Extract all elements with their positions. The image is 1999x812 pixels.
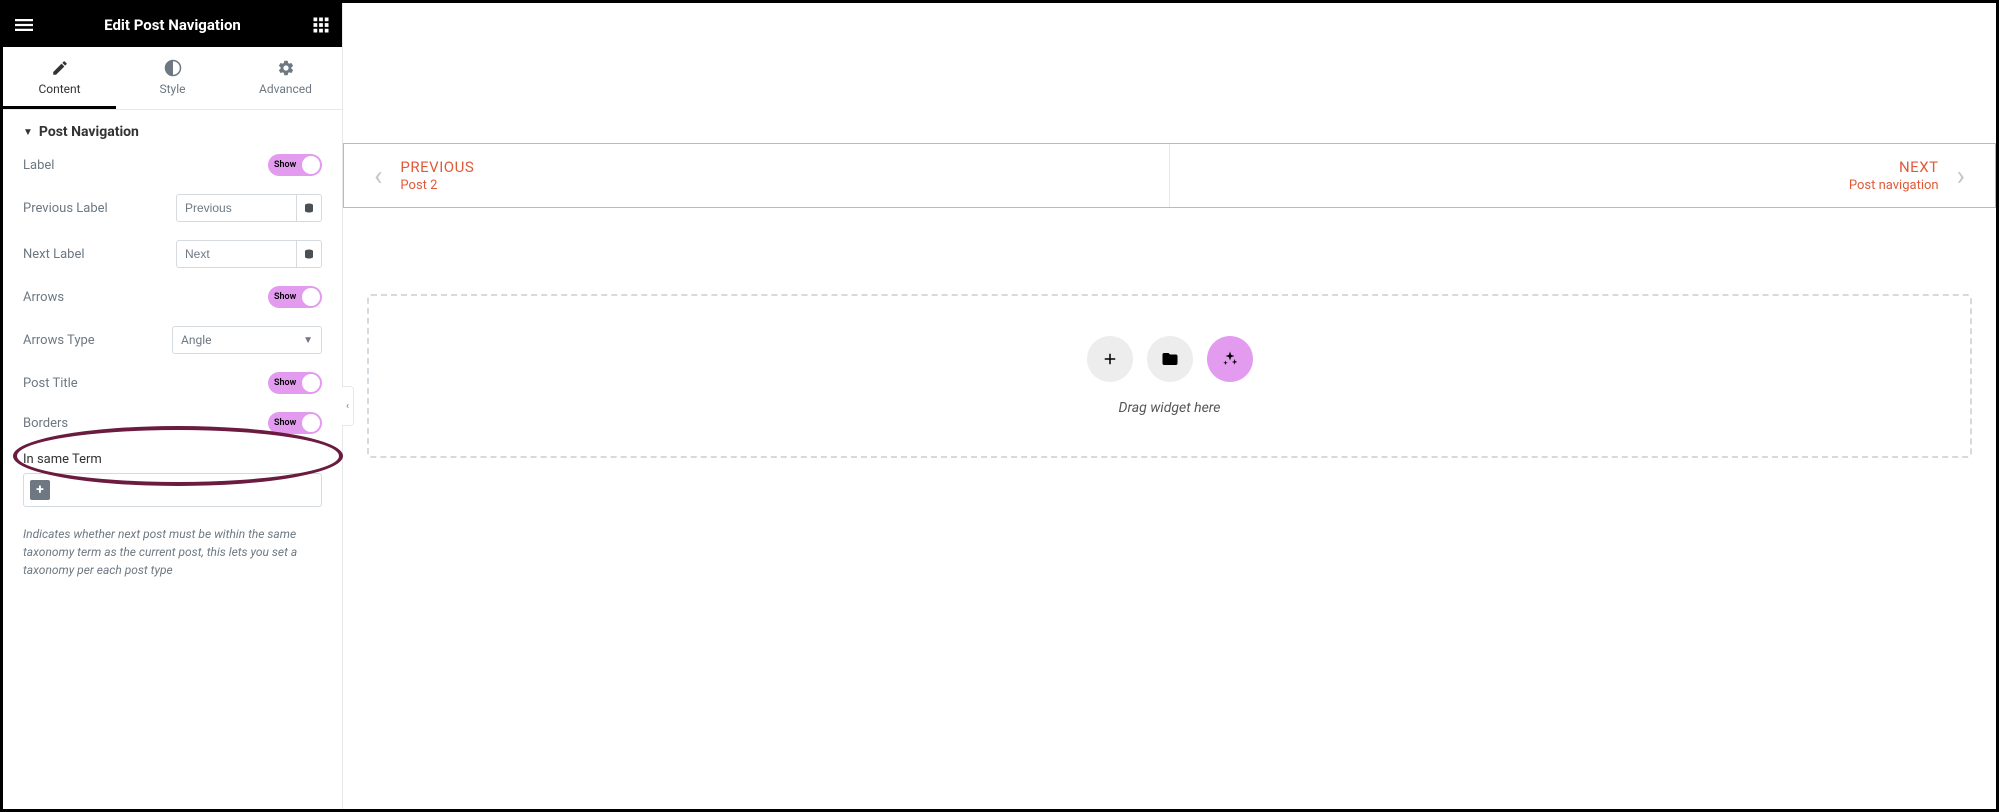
- help-text: Indicates whether next post must be with…: [23, 525, 322, 579]
- next-label-lbl: Next Label: [23, 247, 85, 262]
- toggle-knob: [302, 288, 320, 306]
- toggle-state: Show: [274, 292, 296, 302]
- apps-icon[interactable]: [312, 16, 330, 34]
- tab-advanced-label: Advanced: [259, 82, 312, 96]
- control-label: Label Show: [23, 154, 322, 176]
- borders-lbl: Borders: [23, 416, 68, 431]
- panel-header: Edit Post Navigation: [3, 3, 342, 47]
- tab-content-label: Content: [38, 82, 80, 96]
- canvas: ‹ PREVIOUS Post 2 NEXT Post navigation ›: [343, 3, 1996, 809]
- dropzone[interactable]: Drag widget here: [367, 294, 1972, 458]
- in-same-term-select[interactable]: +: [23, 473, 322, 507]
- toggle-state: Show: [274, 160, 296, 170]
- library-button[interactable]: [1147, 336, 1193, 382]
- contrast-icon: [164, 59, 182, 77]
- next-label-input[interactable]: [176, 240, 296, 268]
- toggle-knob: [302, 414, 320, 432]
- previous-label-lbl: Previous Label: [23, 201, 108, 216]
- arrows-type-lbl: Arrows Type: [23, 333, 95, 348]
- label-toggle[interactable]: Show: [268, 154, 322, 176]
- add-widget-button[interactable]: [1087, 336, 1133, 382]
- toggle-state: Show: [274, 378, 296, 388]
- dynamic-tags-button[interactable]: [296, 240, 322, 268]
- tab-advanced[interactable]: Advanced: [229, 47, 342, 109]
- post-title-lbl: Post Title: [23, 376, 78, 391]
- dynamic-tags-button[interactable]: [296, 194, 322, 222]
- angle-left-icon: ‹: [374, 159, 382, 192]
- borders-toggle[interactable]: Show: [268, 412, 322, 434]
- arrows-toggle[interactable]: Show: [268, 286, 322, 308]
- next-label: NEXT: [1849, 158, 1939, 176]
- chevron-down-icon: ▼: [303, 335, 313, 346]
- prev-title: Post 2: [400, 178, 474, 193]
- pencil-icon: [51, 59, 69, 77]
- control-post-title: Post Title Show: [23, 372, 322, 394]
- control-arrows-type: Arrows Type Angle ▼: [23, 326, 322, 354]
- prev-label: PREVIOUS: [400, 158, 474, 176]
- toggle-knob: [302, 374, 320, 392]
- toggle-state: Show: [274, 418, 296, 428]
- app-window: Edit Post Navigation Content Style Advan…: [0, 0, 1999, 812]
- control-previous-label: Previous Label: [23, 194, 322, 222]
- control-borders: Borders Show: [23, 412, 322, 434]
- previous-label-input[interactable]: [176, 194, 296, 222]
- menu-icon[interactable]: [15, 16, 33, 34]
- post-title-toggle[interactable]: Show: [268, 372, 322, 394]
- toggle-knob: [302, 156, 320, 174]
- collapse-handle[interactable]: ‹: [342, 386, 354, 426]
- arrows-lbl: Arrows: [23, 290, 64, 305]
- control-next-label: Next Label: [23, 240, 322, 268]
- next-link[interactable]: NEXT Post navigation ›: [1169, 144, 1995, 207]
- chevron-left-icon: ‹: [346, 401, 349, 412]
- in-same-term-lbl: In same Term: [23, 452, 322, 467]
- tab-content[interactable]: Content: [3, 47, 116, 109]
- tabs: Content Style Advanced: [3, 47, 342, 110]
- prev-link[interactable]: ‹ PREVIOUS Post 2: [344, 144, 1169, 207]
- control-arrows: Arrows Show: [23, 286, 322, 308]
- section-toggle[interactable]: ▼ Post Navigation: [3, 110, 342, 154]
- tab-style-label: Style: [159, 82, 185, 96]
- caret-down-icon: ▼: [23, 127, 33, 138]
- post-navigation-widget[interactable]: ‹ PREVIOUS Post 2 NEXT Post navigation ›: [343, 143, 1996, 208]
- next-title: Post navigation: [1849, 178, 1939, 193]
- ai-button[interactable]: [1207, 336, 1253, 382]
- section-title-label: Post Navigation: [39, 124, 139, 140]
- controls: Label Show Previous Label Next Label: [3, 154, 342, 599]
- label-lbl: Label: [23, 158, 54, 173]
- arrows-type-value: Angle: [181, 333, 211, 347]
- gear-icon: [277, 59, 295, 77]
- plus-icon[interactable]: +: [30, 480, 50, 500]
- angle-right-icon: ›: [1957, 159, 1965, 192]
- control-in-same-term: In same Term +: [23, 452, 322, 507]
- panel-title: Edit Post Navigation: [33, 16, 312, 34]
- editor-sidebar: Edit Post Navigation Content Style Advan…: [3, 3, 343, 809]
- dropzone-label: Drag widget here: [409, 400, 1930, 416]
- tab-style[interactable]: Style: [116, 47, 229, 109]
- arrows-type-select[interactable]: Angle ▼: [172, 326, 322, 354]
